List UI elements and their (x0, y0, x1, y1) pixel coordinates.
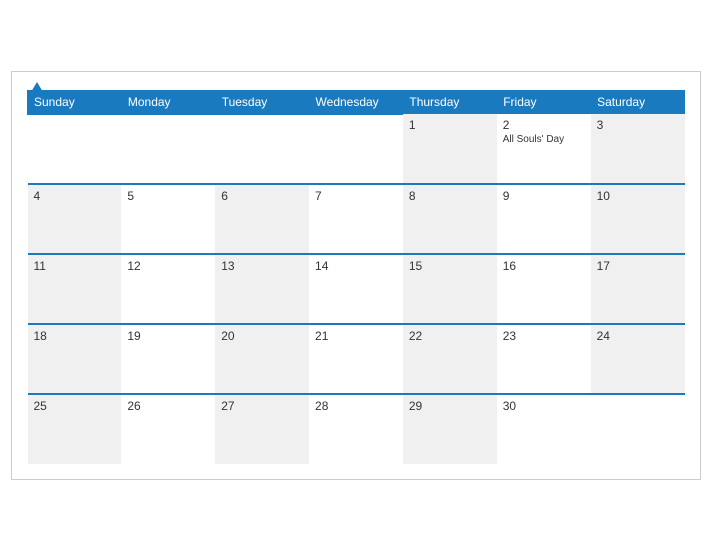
calendar-cell: 7 (309, 184, 403, 254)
weekday-header-tuesday: Tuesday (215, 90, 309, 114)
calendar-cell: 12 (121, 254, 215, 324)
day-number: 25 (34, 399, 116, 413)
day-number: 28 (315, 399, 397, 413)
calendar-grid: SundayMondayTuesdayWednesdayThursdayFrid… (27, 90, 685, 464)
weekday-header-thursday: Thursday (403, 90, 497, 114)
calendar-cell: 5 (121, 184, 215, 254)
calendar-cell: 28 (309, 394, 403, 464)
week-row-1: 12 All Souls' Day 3 (28, 114, 685, 184)
day-number: 12 (127, 259, 209, 273)
calendar-cell: 2 All Souls' Day (497, 114, 591, 184)
day-number: 18 (34, 329, 116, 343)
calendar-cell (28, 114, 122, 184)
calendar-cell: 30 (497, 394, 591, 464)
calendar-cell: 27 (215, 394, 309, 464)
day-number: 2 (503, 118, 585, 132)
calendar-cell: 23 (497, 324, 591, 394)
day-number: 30 (503, 399, 585, 413)
calendar-cell: 8 (403, 184, 497, 254)
day-number: 11 (34, 259, 116, 273)
day-number: 4 (34, 189, 116, 203)
day-number: 13 (221, 259, 303, 273)
calendar-cell: 25 (28, 394, 122, 464)
calendar-cell: 18 (28, 324, 122, 394)
calendar-cell: 10 (591, 184, 685, 254)
weekday-header-monday: Monday (121, 90, 215, 114)
calendar-cell: 20 (215, 324, 309, 394)
calendar-cell (215, 114, 309, 184)
calendar-cell: 22 (403, 324, 497, 394)
week-row-5: 25 26 27 28 29 30 (28, 394, 685, 464)
day-number: 3 (597, 118, 679, 132)
day-number: 10 (597, 189, 679, 203)
calendar-cell: 19 (121, 324, 215, 394)
day-number: 27 (221, 399, 303, 413)
calendar-cell: 13 (215, 254, 309, 324)
logo-row (27, 82, 43, 92)
calendar-cell: 24 (591, 324, 685, 394)
day-number: 26 (127, 399, 209, 413)
week-row-4: 18 19 20 21 22 23 24 (28, 324, 685, 394)
weekday-header-friday: Friday (497, 90, 591, 114)
day-number: 29 (409, 399, 491, 413)
day-number: 14 (315, 259, 397, 273)
week-row-3: 11 12 13 14 15 16 17 (28, 254, 685, 324)
day-number: 17 (597, 259, 679, 273)
calendar-cell: 1 (403, 114, 497, 184)
day-number: 21 (315, 329, 397, 343)
calendar-cell (591, 394, 685, 464)
day-number: 7 (315, 189, 397, 203)
event-text: All Souls' Day (503, 134, 585, 145)
day-number: 16 (503, 259, 585, 273)
calendar-cell: 11 (28, 254, 122, 324)
day-number: 6 (221, 189, 303, 203)
calendar-container: SundayMondayTuesdayWednesdayThursdayFrid… (11, 71, 701, 480)
day-number: 15 (409, 259, 491, 273)
calendar-cell: 21 (309, 324, 403, 394)
logo-triangle-icon (31, 82, 43, 92)
calendar-cell: 14 (309, 254, 403, 324)
day-number: 1 (409, 118, 491, 132)
calendar-cell: 15 (403, 254, 497, 324)
weekday-header-wednesday: Wednesday (309, 90, 403, 114)
calendar-cell: 16 (497, 254, 591, 324)
calendar-cell: 9 (497, 184, 591, 254)
weekday-header-sunday: Sunday (28, 90, 122, 114)
calendar-cell: 26 (121, 394, 215, 464)
day-number: 8 (409, 189, 491, 203)
day-number: 22 (409, 329, 491, 343)
weekday-header-saturday: Saturday (591, 90, 685, 114)
calendar-cell: 4 (28, 184, 122, 254)
calendar-cell: 29 (403, 394, 497, 464)
calendar-cell (121, 114, 215, 184)
weekday-header-row: SundayMondayTuesdayWednesdayThursdayFrid… (28, 90, 685, 114)
calendar-cell: 3 (591, 114, 685, 184)
day-number: 23 (503, 329, 585, 343)
calendar-cell: 6 (215, 184, 309, 254)
calendar-cell (309, 114, 403, 184)
day-number: 9 (503, 189, 585, 203)
day-number: 5 (127, 189, 209, 203)
week-row-2: 456789 10 (28, 184, 685, 254)
day-number: 19 (127, 329, 209, 343)
day-number: 24 (597, 329, 679, 343)
logo (27, 82, 43, 92)
day-number: 20 (221, 329, 303, 343)
calendar-cell: 17 (591, 254, 685, 324)
